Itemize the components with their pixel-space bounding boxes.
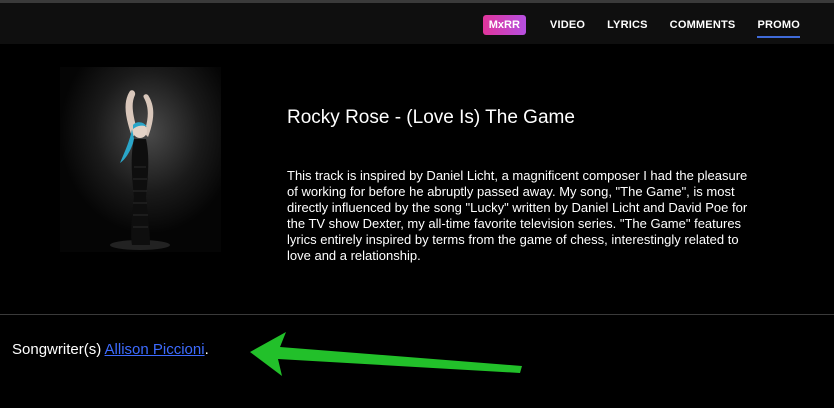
songwriter-credit: Songwriter(s) Allison Piccioni.	[12, 341, 209, 358]
green-arrow-icon	[250, 332, 522, 376]
mxrr-logo[interactable]: MxRR	[482, 15, 526, 35]
track-description: This track is inspired by Daniel Licht, …	[287, 168, 748, 263]
nav-video[interactable]: VIDEO	[550, 15, 585, 35]
songwriter-link[interactable]: Allison Piccioni	[105, 341, 205, 358]
performer-silhouette	[60, 67, 221, 252]
songwriter-suffix: .	[204, 341, 209, 358]
nav-comments[interactable]: COMMENTS	[670, 15, 736, 35]
nav-promo[interactable]: PROMO	[757, 15, 800, 38]
nav-menu: MxRR VIDEO LYRICS COMMENTS PROMO	[482, 15, 800, 38]
section-divider	[0, 314, 834, 315]
album-cover-image	[60, 67, 221, 252]
nav-lyrics[interactable]: LYRICS	[607, 15, 648, 35]
track-title: Rocky Rose - (Love Is) The Game	[287, 107, 575, 128]
songwriter-label: Songwriter(s)	[12, 341, 102, 358]
top-navbar: MxRR VIDEO LYRICS COMMENTS PROMO	[0, 3, 834, 44]
